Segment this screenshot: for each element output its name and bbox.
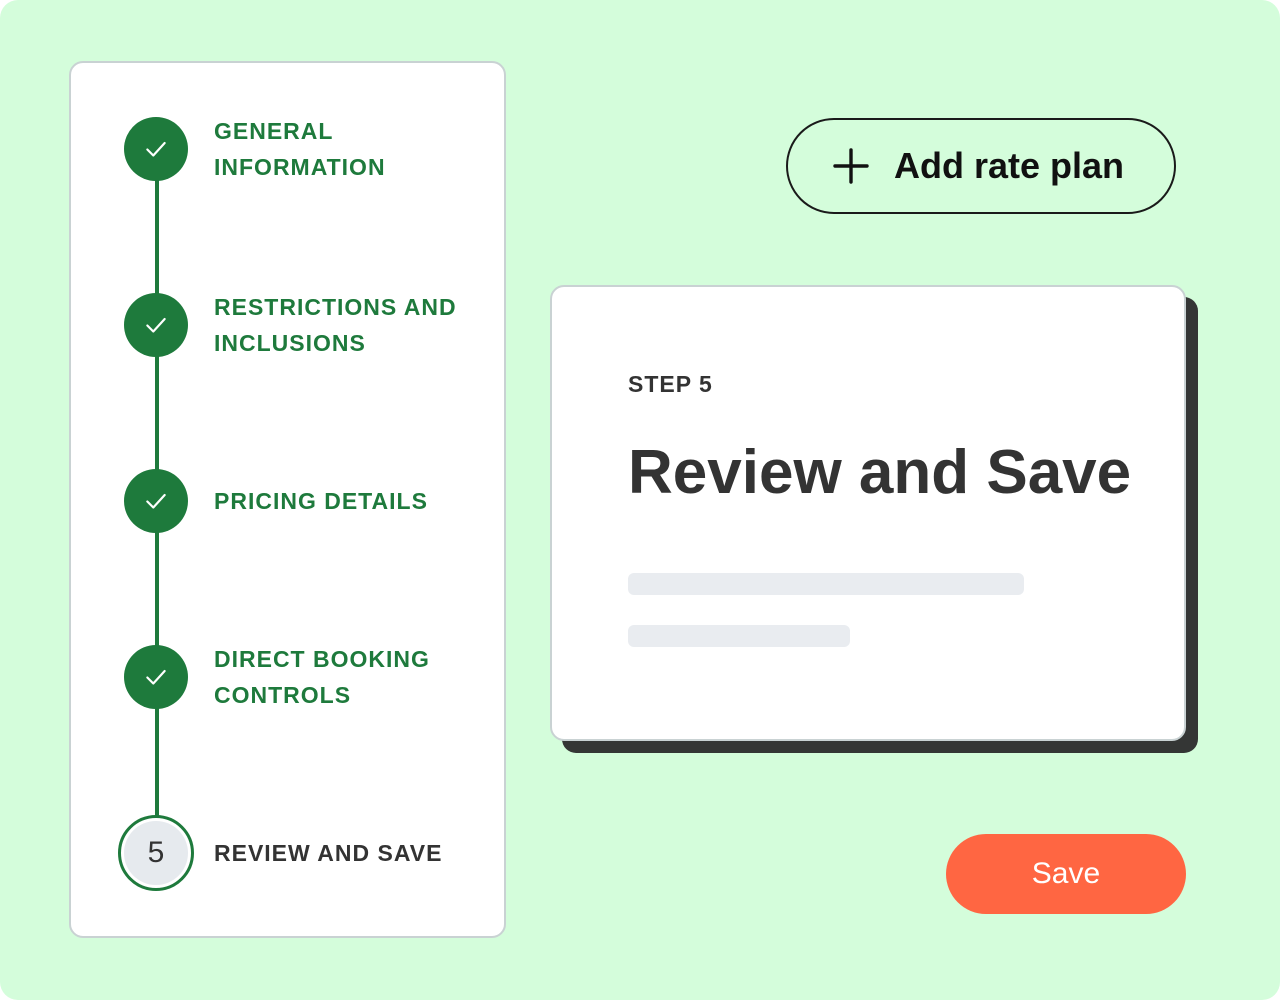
check-icon (124, 117, 188, 181)
plus-icon (833, 148, 869, 184)
skeleton-line (628, 625, 850, 647)
step-label: GENERAL INFORMATION (214, 118, 386, 180)
step-number-badge: 5 (118, 815, 194, 891)
skeleton-line (628, 573, 1024, 595)
check-icon (124, 469, 188, 533)
card-step-label: STEP 5 (628, 371, 713, 397)
add-rate-plan-label: Add rate plan (894, 145, 1125, 186)
add-rate-plan-button[interactable]: Add rate plan (786, 118, 1176, 214)
step-label: PRICING DETAILS (214, 488, 428, 514)
step-label: REVIEW AND SAVE (214, 840, 443, 866)
step-label: DIRECT BOOKING CONTROLS (214, 646, 430, 708)
review-card: STEP 5 Review and Save (550, 285, 1186, 741)
stepper-panel: GENERAL INFORMATION RESTRICTIONS AND INC… (69, 61, 506, 938)
card-title: Review and Save (628, 438, 1132, 507)
step-number: 5 (147, 836, 165, 869)
save-button[interactable]: Save (946, 834, 1186, 914)
check-icon (124, 293, 188, 357)
check-icon (124, 645, 188, 709)
step-label: RESTRICTIONS AND INCLUSIONS (214, 294, 457, 356)
canvas: GENERAL INFORMATION RESTRICTIONS AND INC… (0, 0, 1280, 1000)
